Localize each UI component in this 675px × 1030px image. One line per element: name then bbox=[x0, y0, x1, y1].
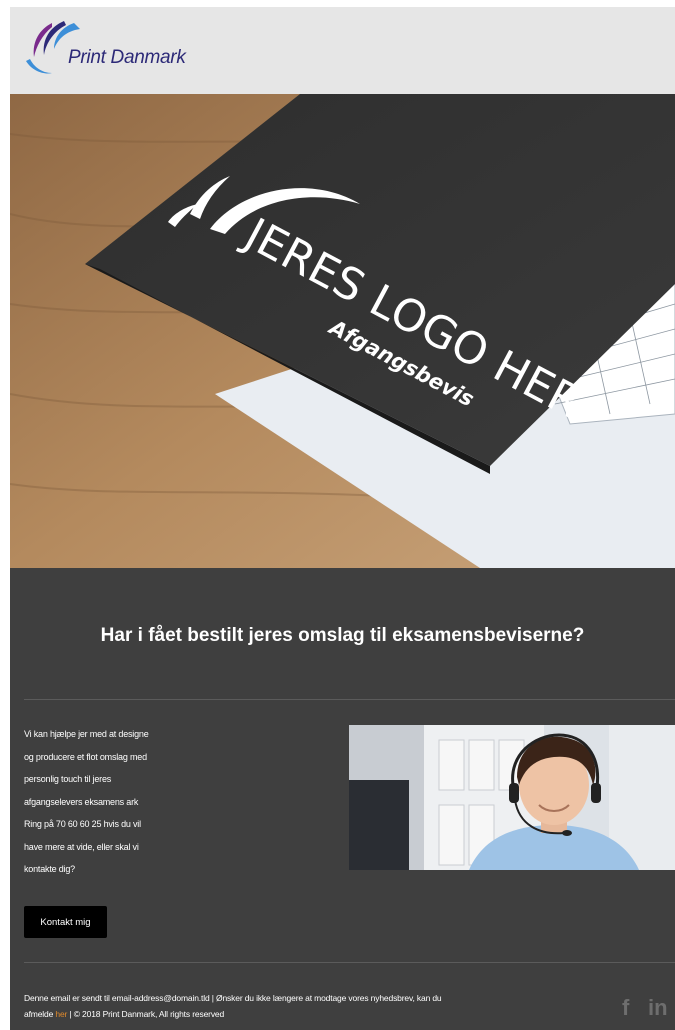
footer-line-2-prefix: afmelde bbox=[24, 1009, 56, 1019]
body-line: kontakte dig? bbox=[24, 864, 75, 874]
email-header: Print Danmark bbox=[10, 7, 675, 94]
body-line: afgangselevers eksamens ark bbox=[24, 796, 139, 807]
body-line: og producere et flot omslag med bbox=[24, 751, 147, 762]
hero-image: JERES LOGO HER Afgangsbevis bbox=[10, 94, 675, 568]
headline: Har i fået bestilt jeres omslag til eksa… bbox=[100, 625, 585, 646]
support-agent-photo bbox=[349, 725, 675, 870]
footer-line-2: afmelde her | © 2018 Print Danmark, All … bbox=[24, 1006, 584, 1022]
unsubscribe-link[interactable]: her bbox=[55, 1009, 67, 1019]
body-text: Vi kan hjælpe jer med at designe og prod… bbox=[24, 723, 194, 881]
body-line: Ring på 70 60 60 25 hvis du vil bbox=[24, 819, 141, 829]
divider bbox=[24, 699, 675, 700]
divider bbox=[24, 962, 675, 963]
footer-line-1: Denne email er sendt til email-address@d… bbox=[24, 993, 442, 1003]
footer-text: Denne email er sendt til email-address@d… bbox=[24, 990, 584, 1022]
linkedin-icon[interactable]: in bbox=[648, 995, 668, 1021]
footer-line-2-suffix: | © 2018 Print Danmark, All rights reser… bbox=[67, 1009, 225, 1019]
body-line: have mere at vide, eller skal vi bbox=[24, 841, 139, 852]
body-line: personlig touch til jeres bbox=[24, 774, 112, 784]
facebook-icon[interactable]: f bbox=[622, 995, 629, 1021]
body-line: Vi kan hjælpe jer med at designe bbox=[24, 729, 149, 739]
contact-me-button[interactable]: Kontakt mig bbox=[24, 906, 107, 938]
email-container: Print Danmark JERES LOGO HER Afgangsbevi… bbox=[10, 7, 675, 1030]
brand-name: Print Danmark bbox=[68, 47, 186, 68]
